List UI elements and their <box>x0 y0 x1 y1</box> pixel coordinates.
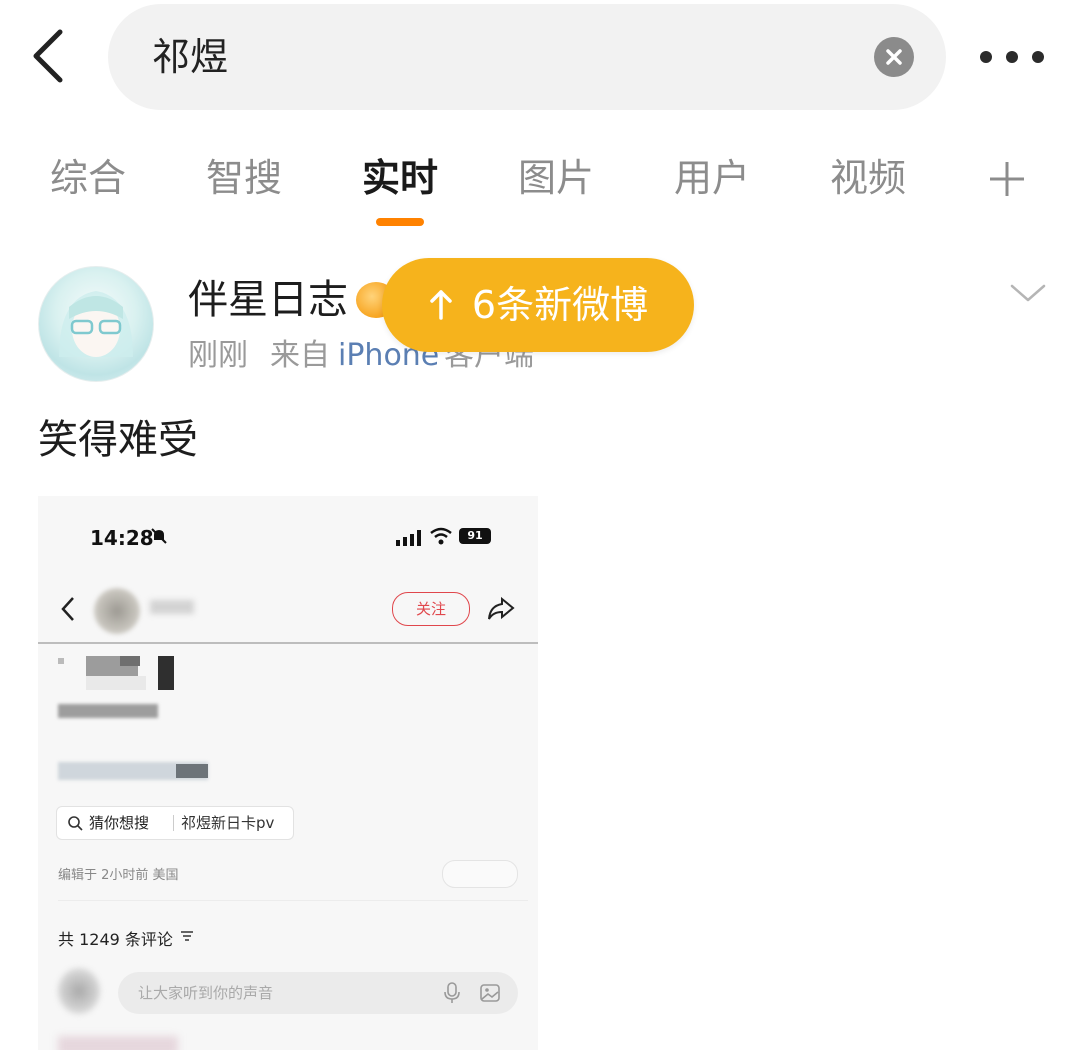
image-icon <box>480 984 500 1002</box>
author-name[interactable]: 伴星日志 <box>188 272 348 328</box>
search-query[interactable]: 祁煜 <box>152 34 228 80</box>
chevron-down-icon <box>1010 284 1046 302</box>
tab-users[interactable]: 用户 <box>652 150 772 206</box>
comment-placeholder: 让大家听到你的声音 <box>138 984 274 1002</box>
add-tab-button[interactable] <box>988 160 1026 198</box>
comment-count: 共 1249 条评论 <box>58 930 173 949</box>
divider <box>58 900 528 901</box>
comment-input: 让大家听到你的声音 <box>118 972 518 1014</box>
post-source-prefix: 来自 <box>270 338 330 373</box>
back-button[interactable] <box>28 28 72 84</box>
battery-indicator: 91 <box>459 528 491 544</box>
image-status-time: 14:28 <box>90 526 154 550</box>
redaction-block <box>58 704 158 718</box>
blurred-avatar <box>58 968 100 1014</box>
plus-icon <box>990 162 1024 196</box>
sort-icon <box>181 931 193 941</box>
search-tabs: 综合 智搜 实时 图片 用户 视频 <box>0 150 1080 230</box>
post-options-button[interactable] <box>1008 280 1048 306</box>
clear-search-button[interactable] <box>874 37 914 77</box>
clear-icon <box>886 49 902 65</box>
guess-you-search: 猜你想搜 祁煜新日卡pv <box>56 806 294 840</box>
blurred-avatar <box>94 588 140 634</box>
bell-off-icon <box>151 528 167 544</box>
more-dot <box>1006 51 1018 63</box>
divider <box>38 642 538 644</box>
search-input[interactable]: 祁煜 <box>108 4 946 110</box>
redaction-block <box>120 656 140 666</box>
suggest-separator <box>173 815 174 831</box>
chevron-left-icon <box>33 29 63 83</box>
blurred-content <box>58 1036 178 1050</box>
follow-button: 关注 <box>392 592 470 626</box>
post-time: 刚刚 <box>188 338 248 373</box>
suggest-term: 祁煜新日卡pv <box>181 814 275 832</box>
post-text: 笑得难受 <box>38 417 198 463</box>
wifi-icon <box>430 527 452 545</box>
tab-realtime[interactable]: 实时 <box>340 150 460 206</box>
redaction-block <box>86 676 146 690</box>
suggest-label: 猜你想搜 <box>89 814 150 832</box>
more-dot <box>1032 51 1044 63</box>
microphone-icon <box>444 982 460 1003</box>
avatar-illustration <box>59 291 133 357</box>
edit-info: 编辑于 2小时前 美国 <box>58 868 179 883</box>
blurred-username <box>150 600 194 614</box>
post-image[interactable]: 14:28 91 关注 猜你想搜 祁煜新日卡pv 编辑于 2小时前 美国 共 1… <box>38 496 538 1050</box>
blurred-pill <box>442 860 518 888</box>
redaction-block <box>158 656 174 690</box>
search-icon <box>68 816 83 831</box>
arrow-up-icon <box>430 290 452 320</box>
more-horizontal-icon <box>980 51 992 63</box>
active-tab-indicator <box>376 218 424 226</box>
share-icon <box>488 596 515 620</box>
signal-icon <box>396 530 421 546</box>
new-posts-button[interactable]: 6条新微博 <box>382 258 694 352</box>
tab-images[interactable]: 图片 <box>496 150 616 206</box>
tab-comprehensive[interactable]: 综合 <box>28 150 148 206</box>
author-avatar[interactable] <box>38 266 154 382</box>
redaction-block <box>58 658 64 664</box>
tab-videos[interactable]: 视频 <box>808 150 928 206</box>
more-options-button[interactable] <box>980 46 1044 68</box>
tab-smart-search[interactable]: 智搜 <box>184 150 304 206</box>
new-posts-label: 6条新微博 <box>471 283 649 327</box>
chevron-left-icon <box>61 597 74 621</box>
redaction-block <box>176 764 208 778</box>
